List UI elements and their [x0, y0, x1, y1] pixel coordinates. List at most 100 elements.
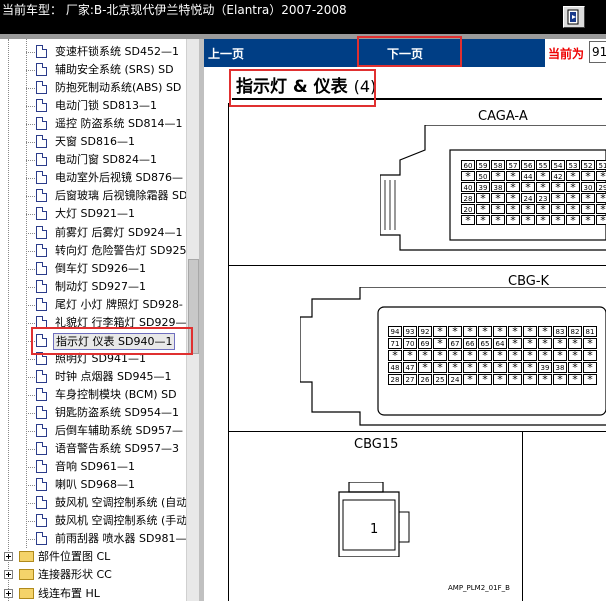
connector-pin: *: [506, 193, 520, 203]
connector-pin: 55: [536, 160, 550, 170]
connector-pin: *: [463, 362, 477, 373]
tree-item[interactable]: 尾灯 小灯 牌照灯 SD928-: [26, 296, 191, 314]
connector-pin: 20: [461, 204, 475, 214]
document-icon: [36, 189, 47, 203]
tree-branch-line: [26, 449, 35, 451]
tree-item-label: 时钟 点烟器 SD945—1: [55, 369, 172, 383]
connector-pin: *: [568, 374, 582, 385]
connector-pin: 38: [553, 362, 567, 373]
connector-pin: 53: [566, 160, 580, 170]
tree-item[interactable]: 音响 SD961—1: [26, 458, 191, 476]
exit-button[interactable]: [563, 6, 585, 28]
tree-item-label: 后倒车辅助系统 SD957—: [55, 424, 183, 438]
connector-pin: *: [493, 374, 507, 385]
connector-pin: 38: [491, 182, 505, 192]
tree-item[interactable]: 前雾灯 后雾灯 SD924—1: [26, 224, 191, 242]
connector-pin: *: [433, 362, 447, 373]
connector-pin: 71: [388, 338, 402, 349]
connector-pin: *: [493, 326, 507, 337]
tree-item[interactable]: 钥匙防盗系统 SD954—1: [26, 404, 191, 422]
expand-icon[interactable]: [4, 570, 13, 580]
connector-pin: *: [448, 326, 462, 337]
connector-pin: *: [506, 215, 520, 225]
connector-pin: *: [551, 215, 565, 225]
connector-pin: *: [521, 204, 535, 214]
connector-pin: *: [583, 350, 597, 361]
tree-item[interactable]: 时钟 点烟器 SD945—1: [26, 368, 191, 386]
highlight-page-title: [229, 69, 376, 107]
folder-icon: [19, 587, 34, 599]
connector-pin: *: [536, 215, 550, 225]
window-title: 当前车型： 厂家:B-北京现代伊兰特悦动（Elantra）2007-2008: [2, 3, 347, 17]
tree-scrollbar[interactable]: [186, 39, 199, 601]
tree-item-label: 电动门窗 SD824—1: [55, 153, 157, 167]
tree-item[interactable]: 变速杆锁系统 SD452—1: [26, 43, 191, 61]
highlight-next-page: [357, 36, 462, 67]
connector-pin: *: [478, 362, 492, 373]
connector-pin: *: [491, 215, 505, 225]
tree-item[interactable]: 遥控 防盗系统 SD814—1: [26, 115, 191, 133]
connector-pin: *: [538, 326, 552, 337]
connector-pin: *: [491, 204, 505, 214]
tree-item-label: 防抱死制动系统(ABS) SD: [55, 81, 182, 95]
expand-icon[interactable]: [4, 552, 13, 562]
connector-pin: *: [523, 374, 537, 385]
tree-item[interactable]: 电动室外后视镜 SD876—: [26, 169, 191, 187]
connector-pin: 28: [461, 193, 475, 203]
tree-item[interactable]: 倒车灯 SD926—1: [26, 260, 191, 278]
tree-item[interactable]: 电动门锁 SD813—1: [26, 97, 191, 115]
connector-pin: *: [523, 362, 537, 373]
connector-pin: *: [551, 204, 565, 214]
connector-pin: *: [508, 374, 522, 385]
prev-page-link[interactable]: 上一页: [208, 45, 244, 62]
document-icon: [36, 532, 47, 546]
connector-pin: *: [566, 215, 580, 225]
tree-item[interactable]: 转向灯 危险警告灯 SD925: [26, 242, 191, 260]
document-icon: [36, 387, 47, 401]
tree-item[interactable]: 后窗玻璃 后视镜除霜器 SD: [26, 187, 191, 205]
tree-item[interactable]: 电动门窗 SD824—1: [26, 151, 191, 169]
tree-item[interactable]: 喇叭 SD968—1: [26, 476, 191, 494]
tree-branch-line: [26, 232, 35, 234]
connector-pin: *: [463, 350, 477, 361]
connector-pin: *: [583, 362, 597, 373]
tree-item[interactable]: 前雨刮器 喷水器 SD981—: [26, 530, 191, 548]
tree-item[interactable]: 天窗 SD816—1: [26, 133, 191, 151]
connector-caga-pins: 60595857565554535251*50**44*42***403938*…: [461, 160, 606, 225]
connector-pin: *: [581, 204, 595, 214]
connector-pin: 44: [521, 171, 535, 181]
tree-item-label: 钥匙防盗系统 SD954—1: [55, 406, 179, 419]
tree-branch-line: [26, 178, 35, 180]
connector-caga-label: CAGA-A: [478, 109, 528, 124]
tree-item[interactable]: 语音警告系统 SD957—3: [26, 440, 191, 458]
tree-item[interactable]: 辅助安全系统 (SRS) SD: [26, 61, 191, 79]
connector-pin: 60: [461, 160, 475, 170]
connector-pin: 39: [538, 362, 552, 373]
tree-branch-line: [26, 394, 35, 396]
connector-pin: *: [506, 204, 520, 214]
connector-pin: *: [596, 193, 606, 203]
tree-item[interactable]: 鼓风机 空调控制系统 (自动: [26, 494, 191, 512]
connector-pin: *: [568, 338, 582, 349]
connector-pin: *: [553, 338, 567, 349]
connector-pin: *: [463, 326, 477, 337]
connector-pin: *: [581, 193, 595, 203]
tree-item[interactable]: 车身控制模块 (BCM) SD: [26, 386, 191, 404]
document-icon: [36, 369, 47, 383]
connector-pin: *: [521, 182, 535, 192]
tree-item[interactable]: 后倒车辅助系统 SD957—: [26, 422, 191, 440]
expand-icon[interactable]: [4, 588, 13, 598]
tree-branch-line: [26, 88, 35, 90]
current-page-input[interactable]: 91: [589, 41, 606, 63]
tree-item-label: 天窗 SD816—1: [55, 135, 135, 149]
tree-item[interactable]: 制动灯 SD927—1: [26, 278, 191, 296]
document-icon: [36, 243, 47, 257]
exit-icon: [567, 9, 579, 25]
tree-item[interactable]: 大灯 SD921—1: [26, 205, 191, 223]
tree-item[interactable]: 鼓风机 空调控制系统 (手动: [26, 512, 191, 530]
connector-pin: 30: [581, 182, 595, 192]
connector-pin: 42: [551, 171, 565, 181]
tree-item[interactable]: 防抱死制动系统(ABS) SD: [26, 79, 191, 97]
document-icon: [36, 478, 47, 492]
connector-pin: 47: [403, 362, 417, 373]
